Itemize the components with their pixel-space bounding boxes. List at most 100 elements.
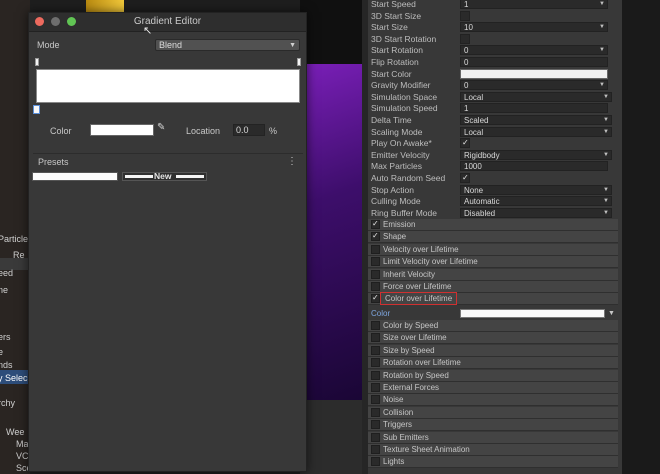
module-row[interactable]: Color by Speed (368, 320, 618, 332)
module-label: Size by Speed (383, 345, 435, 355)
background-label: e (0, 347, 4, 357)
module-checkbox[interactable] (371, 407, 380, 417)
module-checkbox[interactable] (371, 445, 380, 454)
preset-swatch[interactable] (32, 172, 118, 181)
module-row[interactable]: Force over Lifetime (368, 281, 618, 293)
module-row[interactable]: ✓ Shape (368, 231, 618, 244)
module-row[interactable]: ✓ Color over Lifetime (368, 292, 618, 306)
property-input[interactable]: 0 (460, 57, 608, 67)
property-input[interactable]: 0 ▼ (460, 80, 608, 91)
property-value: Rigidbody (464, 150, 500, 160)
alpha-key-right[interactable] (297, 58, 301, 66)
chevron-down-icon: ▼ (289, 42, 296, 49)
module-row[interactable]: ✓ Emission (368, 219, 618, 231)
chevron-down-icon: ▼ (599, 24, 605, 31)
property-dropdown[interactable]: Automatic ▼ (460, 196, 612, 207)
module-row[interactable]: Sub Emitters (368, 431, 618, 444)
module-row[interactable]: Size over Lifetime (368, 332, 618, 345)
property-dropdown[interactable]: None ▼ (460, 184, 612, 195)
alpha-key-left[interactable] (35, 58, 39, 66)
property-input[interactable]: 10 ▼ (460, 22, 608, 33)
property-row: Play On Awake* ✓ (368, 137, 622, 149)
checkmark-icon: ✓ (462, 138, 469, 148)
property-dropdown[interactable]: Disabled ▼ (460, 207, 612, 218)
property-value: 1 (464, 104, 469, 114)
property-checkbox[interactable] (460, 33, 470, 44)
property-checkbox[interactable] (460, 10, 470, 21)
module-checkbox[interactable] (371, 269, 380, 279)
chevron-down-icon[interactable]: ▼ (608, 308, 615, 320)
color-over-lifetime-color: Color ▼ (368, 308, 622, 320)
module-label: Rotation over Lifetime (383, 358, 461, 368)
module-row[interactable]: Rotation by Speed (368, 369, 618, 382)
location-input[interactable]: 0.0 (233, 124, 265, 136)
property-input[interactable]: 1 (460, 103, 608, 114)
module-label: Collision (383, 407, 414, 417)
module-checkbox[interactable] (371, 257, 380, 267)
module-row[interactable]: Noise (368, 394, 618, 407)
module-checkbox[interactable] (371, 282, 380, 291)
module-checkbox[interactable]: ✓ (371, 293, 380, 304)
module-checkbox[interactable]: ✓ (371, 231, 380, 242)
module-row[interactable]: Texture Sheet Animation (368, 444, 618, 456)
property-input[interactable]: 1000 (460, 161, 608, 172)
chevron-down-icon: ▼ (603, 186, 609, 193)
property-checkbox[interactable]: ✓ (460, 173, 470, 183)
property-dropdown[interactable]: Scaled ▼ (460, 115, 612, 125)
property-dropdown[interactable]: Rigidbody ▼ (460, 149, 612, 160)
property-dropdown[interactable]: Local ▼ (460, 126, 612, 137)
mode-label: Mode (37, 40, 60, 50)
property-label: Start Speed (371, 0, 416, 9)
property-value: 10 (464, 23, 473, 33)
presets-header: Presets ⋮ (33, 153, 303, 170)
module-row[interactable]: Collision (368, 406, 618, 419)
module-checkbox[interactable]: ✓ (371, 219, 380, 229)
property-dropdown[interactable]: Local ▼ (460, 91, 612, 102)
property-label: Culling Mode (371, 196, 421, 207)
module-checkbox[interactable] (371, 420, 380, 430)
property-label: Ring Buffer Mode (371, 207, 437, 218)
new-preset-button[interactable]: New (122, 171, 207, 181)
color-over-lifetime-gradient[interactable] (460, 309, 605, 318)
chevron-down-icon: ▼ (603, 117, 609, 123)
module-label: Inherit Velocity (383, 269, 436, 279)
property-row: Emitter Velocity Rigidbody ▼ (368, 149, 622, 161)
module-row[interactable]: External Forces (368, 382, 618, 394)
property-input[interactable]: 0 ▼ (460, 45, 608, 56)
chevron-down-icon: ▼ (599, 1, 605, 7)
preset-line (176, 175, 204, 178)
module-checkbox[interactable] (371, 370, 380, 380)
property-checkbox[interactable]: ✓ (460, 138, 470, 149)
property-value: Local (464, 92, 484, 102)
location-label: Location (186, 126, 221, 136)
gradient-editor-window: Gradient Editor Mode Blend ▼ Color ✎ Loc… (28, 12, 307, 472)
module-checkbox[interactable] (371, 244, 380, 254)
module-row[interactable]: Limit Velocity over Lifetime (368, 256, 618, 269)
module-row[interactable]: Rotation over Lifetime (368, 357, 618, 370)
module-checkbox[interactable] (371, 358, 380, 368)
module-row[interactable]: Velocity over Lifetime (368, 243, 618, 256)
module-checkbox[interactable] (371, 333, 380, 343)
module-checkbox[interactable] (371, 321, 380, 330)
property-label: Play On Awake* (371, 138, 432, 149)
eyedropper-icon[interactable]: ✎ (157, 122, 165, 133)
mode-dropdown[interactable]: Blend ▼ (155, 39, 300, 51)
start-color-field[interactable] (460, 68, 608, 79)
kebab-menu-icon[interactable]: ⋮ (287, 156, 297, 167)
module-checkbox[interactable] (371, 345, 380, 355)
module-checkbox[interactable] (371, 457, 380, 467)
module-row[interactable]: Inherit Velocity (368, 268, 618, 281)
color-key-marker[interactable] (33, 105, 40, 114)
module-checkbox[interactable] (371, 432, 380, 442)
gradient-preview-bar[interactable] (36, 69, 300, 103)
module-row[interactable]: Size by Speed (368, 344, 618, 357)
module-checkbox[interactable] (371, 383, 380, 392)
title-bar[interactable]: Gradient Editor (29, 13, 306, 32)
scene-view[interactable] (300, 64, 362, 400)
module-checkbox[interactable] (371, 395, 380, 405)
property-input[interactable]: 1 ▼ (460, 0, 608, 9)
color-swatch[interactable] (90, 124, 154, 136)
module-label: External Forces (383, 383, 440, 392)
module-row[interactable]: Triggers (368, 419, 618, 432)
module-row[interactable]: Lights (368, 456, 618, 469)
